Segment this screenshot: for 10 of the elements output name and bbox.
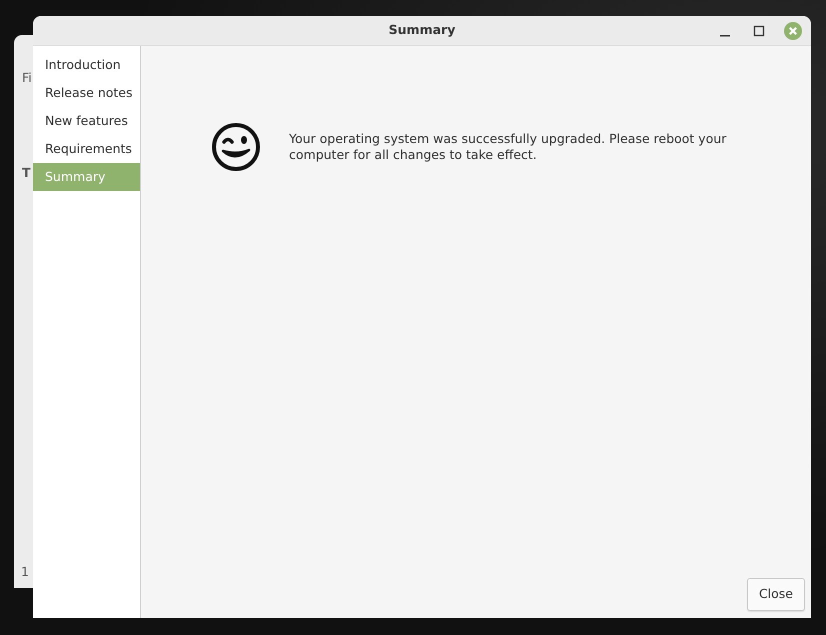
minimize-icon <box>720 35 730 37</box>
winking-face-icon <box>211 122 261 172</box>
close-button[interactable]: Close <box>746 578 805 611</box>
maximize-icon <box>753 25 765 37</box>
close-icon <box>784 22 802 40</box>
background-text: 1 <box>21 563 29 581</box>
success-message: Your operating system was successfully upgraded. Please reboot your computer for all changes to take effect. <box>289 131 728 163</box>
background-text: T <box>22 164 31 182</box>
background-text: Fi <box>22 69 32 87</box>
window-title: Summary <box>388 21 456 40</box>
